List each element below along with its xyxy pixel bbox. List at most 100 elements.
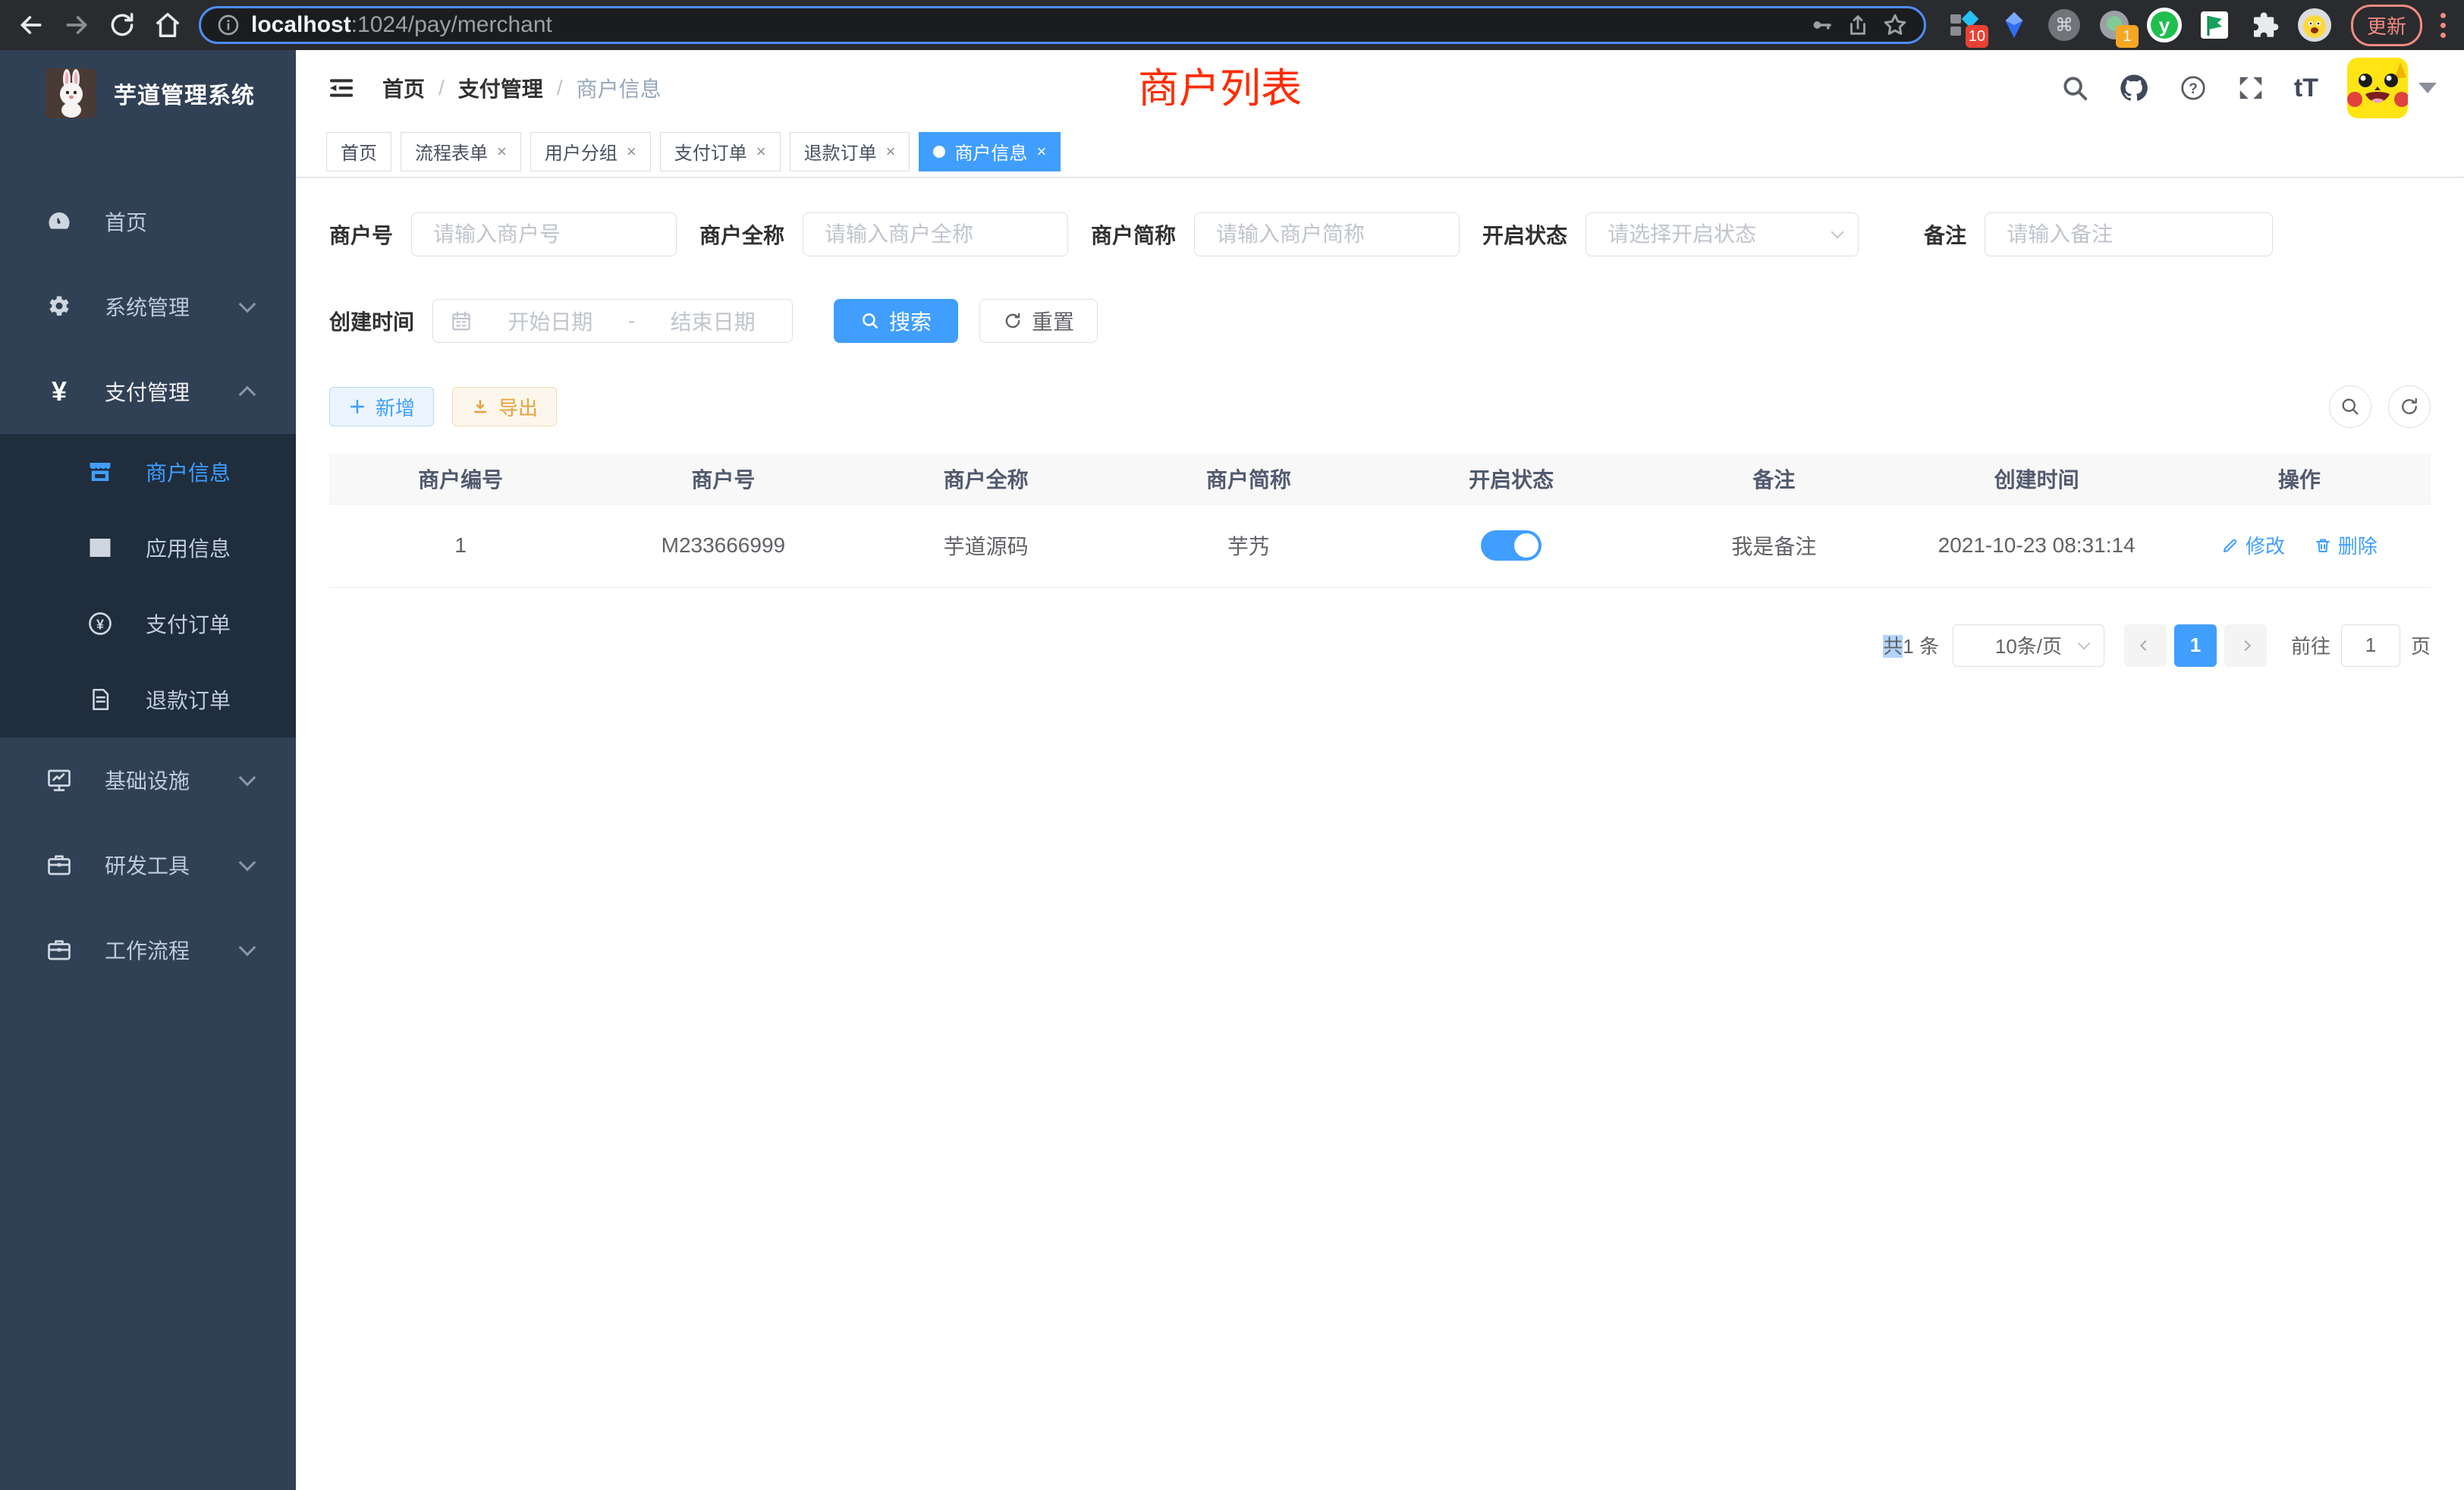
- tag-pay-order[interactable]: 支付订单×: [660, 132, 781, 171]
- menu-dots-icon[interactable]: [2433, 13, 2453, 38]
- pagination-total-count: 1: [1903, 635, 1913, 658]
- page-annotation-title: 商户列表: [1138, 55, 1302, 115]
- next-page-button[interactable]: [2224, 624, 2267, 667]
- status-label: 开启状态: [1482, 219, 1567, 250]
- sidebar-item-label: 退款订单: [146, 684, 253, 715]
- info-icon[interactable]: [216, 13, 240, 37]
- sidebar-item-label: 系统管理: [105, 291, 241, 322]
- reset-button[interactable]: 重置: [979, 299, 1098, 343]
- app-logo: [46, 68, 96, 118]
- github-icon[interactable]: [2118, 72, 2150, 104]
- chevron-left-icon: [2140, 640, 2151, 650]
- sidebar-item-system[interactable]: 系统管理: [0, 264, 296, 349]
- sidebar-item-dev-tools[interactable]: 研发工具: [0, 822, 296, 907]
- breadcrumb-separator: /: [557, 76, 563, 100]
- close-icon[interactable]: ×: [756, 142, 766, 162]
- extension-grid-icon[interactable]: 10: [1944, 5, 1984, 45]
- col-create-time: 创建时间: [1906, 454, 2168, 504]
- share-icon[interactable]: [1845, 12, 1871, 38]
- search-small-icon: [860, 311, 880, 331]
- trash-icon: [2314, 536, 2332, 555]
- status-select-input[interactable]: [1586, 212, 1859, 256]
- forward-icon[interactable]: [56, 5, 97, 46]
- tag-refund-order[interactable]: 退款订单×: [790, 132, 910, 171]
- update-button[interactable]: 更新: [2351, 5, 2422, 46]
- chevron-down-icon: [2077, 637, 2090, 649]
- breadcrumb-item[interactable]: 首页: [382, 73, 425, 103]
- chevron-up-icon: [239, 386, 256, 404]
- help-icon[interactable]: ?: [2179, 74, 2208, 102]
- tags-view-bar: 首页 流程表单 × 用户分组× 支付订单× 退款订单× 商户信息×: [296, 126, 2464, 178]
- delete-link[interactable]: 删除: [2314, 531, 2378, 559]
- url-bar[interactable]: localhost:1024/pay/merchant: [199, 6, 1926, 44]
- add-button[interactable]: 新增: [329, 387, 434, 426]
- tag-merchant-info-active[interactable]: 商户信息×: [919, 132, 1061, 171]
- tag-user-group[interactable]: 用户分组×: [530, 132, 651, 171]
- sidebar: 芋道管理系统 首页 系统管理 ¥ 支付管理 商户信息: [0, 50, 296, 1490]
- record-icon[interactable]: 1: [2095, 5, 2134, 45]
- tag-process-form[interactable]: 流程表单 ×: [401, 132, 521, 171]
- fold-icon[interactable]: [326, 73, 357, 103]
- search-button[interactable]: 搜索: [834, 299, 958, 343]
- sidebar-item-pay-order[interactable]: ¥ 支付订单: [0, 586, 296, 662]
- search-icon[interactable]: [2060, 74, 2089, 102]
- puzzle-icon[interactable]: [2245, 5, 2284, 45]
- breadcrumb-item[interactable]: 支付管理: [458, 73, 543, 103]
- sidebar-item-infrastructure[interactable]: 基础设施: [0, 737, 296, 822]
- star-icon[interactable]: [1881, 11, 1909, 39]
- close-icon[interactable]: ×: [497, 142, 507, 162]
- sidebar-item-refund-order[interactable]: 退款订单: [0, 662, 296, 737]
- key-icon[interactable]: [1809, 12, 1834, 38]
- close-icon[interactable]: ×: [886, 142, 896, 162]
- app-logo-row[interactable]: 芋道管理系统: [0, 50, 296, 137]
- back-icon[interactable]: [11, 5, 52, 46]
- create-time-range-picker[interactable]: 开始日期 - 结束日期: [432, 299, 793, 343]
- status-toggle-on[interactable]: [1481, 530, 1542, 561]
- filter-row-2: 创建时间 开始日期 - 结束日期 搜索 重置: [329, 299, 2431, 343]
- circle-search-icon[interactable]: [2329, 385, 2371, 428]
- fullscreen-icon[interactable]: [2236, 74, 2265, 102]
- sidebar-item-workflow[interactable]: 工作流程: [0, 907, 296, 992]
- page-size-value: 10条/页: [1995, 631, 2062, 659]
- close-icon[interactable]: ×: [1036, 142, 1046, 162]
- sidebar-item-payment[interactable]: ¥ 支付管理: [0, 349, 296, 434]
- y-circle-icon[interactable]: y: [2145, 5, 2184, 45]
- active-dot: [933, 146, 945, 158]
- tag-label: 流程表单: [415, 138, 488, 165]
- close-icon[interactable]: ×: [627, 142, 636, 162]
- sidebar-item-label: 首页: [105, 206, 253, 237]
- circle-refresh-icon[interactable]: [2388, 385, 2431, 428]
- flag-icon[interactable]: [2195, 5, 2234, 45]
- date-end-placeholder[interactable]: 结束日期: [650, 306, 775, 336]
- goto-page-input[interactable]: [2341, 624, 2400, 667]
- short-name-input[interactable]: [1194, 212, 1460, 256]
- edit-link[interactable]: 修改: [2221, 531, 2285, 559]
- gem-icon[interactable]: [1994, 5, 2034, 45]
- url-path: :1024/pay/merchant: [351, 12, 552, 37]
- svg-text:¥: ¥: [96, 618, 104, 633]
- home-icon[interactable]: [147, 5, 188, 46]
- sidebar-item-merchant-info[interactable]: 商户信息: [0, 434, 296, 510]
- prev-page-button[interactable]: [2124, 624, 2167, 667]
- merchant-no-input[interactable]: [411, 212, 677, 256]
- command-icon[interactable]: ⌘: [2044, 5, 2084, 45]
- sidebar-item-app-info[interactable]: 应用信息: [0, 510, 296, 586]
- font-size-icon[interactable]: tT: [2294, 74, 2318, 103]
- full-name-input[interactable]: [803, 212, 1068, 256]
- export-button[interactable]: 导出: [452, 387, 557, 426]
- remark-input[interactable]: [1985, 212, 2273, 256]
- tag-home[interactable]: 首页: [326, 132, 391, 171]
- user-avatar-menu[interactable]: [2347, 58, 2437, 118]
- url-text[interactable]: localhost:1024/pay/merchant: [251, 12, 1798, 38]
- page-number-1[interactable]: 1: [2174, 624, 2217, 667]
- search-button-label: 搜索: [889, 306, 932, 336]
- date-start-placeholder[interactable]: 开始日期: [488, 306, 613, 336]
- status-select[interactable]: [1586, 212, 1859, 256]
- sidebar-item-label: 工作流程: [105, 935, 241, 965]
- page-size-select[interactable]: 10条/页: [1953, 624, 2104, 667]
- sidebar-item-home[interactable]: 首页: [0, 179, 296, 264]
- pikachu-avatar: [2347, 58, 2408, 118]
- top-navbar: 首页 / 支付管理 / 商户信息 ? tT: [296, 50, 2464, 126]
- reload-icon[interactable]: [102, 5, 143, 46]
- emoji-avatar-icon[interactable]: [2295, 5, 2334, 45]
